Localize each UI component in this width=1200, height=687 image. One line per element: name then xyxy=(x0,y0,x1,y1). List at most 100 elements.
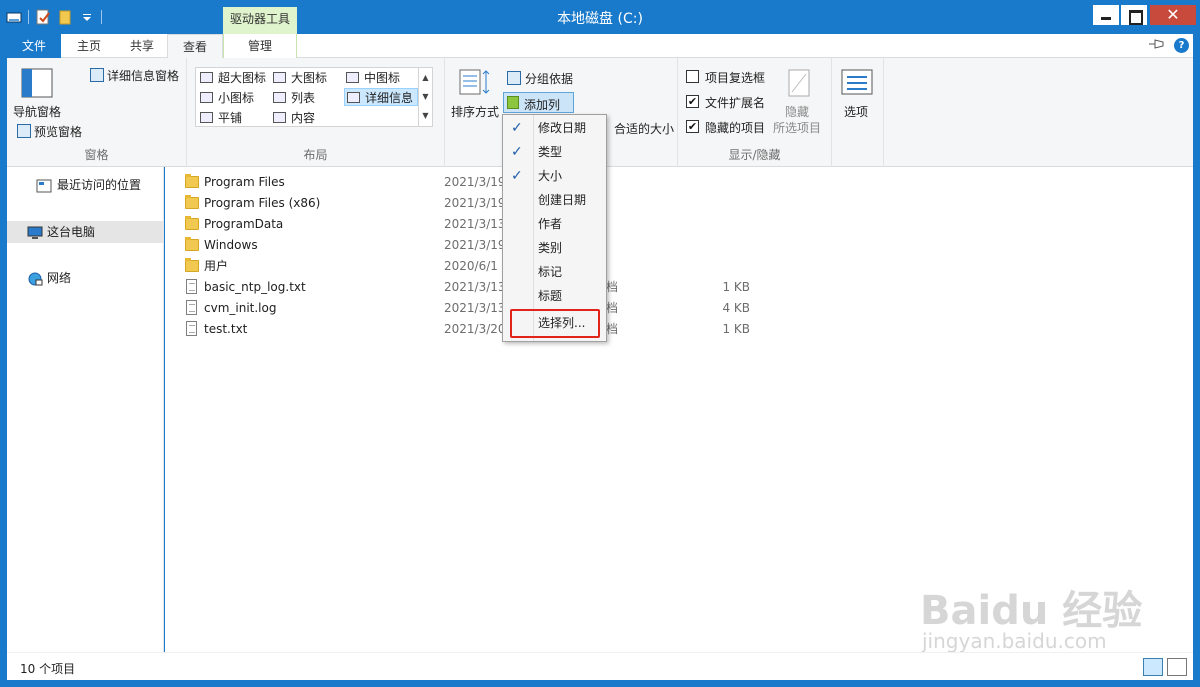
status-bar: 10 个项目 xyxy=(7,652,1193,680)
text-file-icon xyxy=(186,279,197,294)
options-icon[interactable] xyxy=(841,68,873,98)
tab-share[interactable]: 共享 xyxy=(117,34,167,58)
navigation-pane-button[interactable]: 导航窗格 xyxy=(13,103,61,120)
file-extensions-checkbox[interactable]: ✔ xyxy=(686,95,699,108)
file-row[interactable]: test.txt 2021/3/20 档 1 KB xyxy=(165,319,765,340)
help-icon[interactable]: ? xyxy=(1174,38,1189,53)
layout-label: 平铺 xyxy=(218,111,243,125)
new-folder-icon[interactable] xyxy=(57,9,73,25)
menu-item-tags[interactable]: 标记 xyxy=(503,260,606,284)
group-options: 选项 xyxy=(832,58,884,167)
drive-tools-context-title: 驱动器工具 xyxy=(223,7,297,34)
menu-item-categories[interactable]: 类别 xyxy=(503,236,606,260)
sort-by-icon[interactable] xyxy=(459,68,493,98)
tiles-icon xyxy=(200,112,213,123)
layout-label: 大图标 xyxy=(291,71,328,85)
file-name: Program Files xyxy=(204,175,285,189)
add-columns-button[interactable]: 添加列 xyxy=(503,92,574,113)
menu-item-size[interactable]: ✓ 大小 xyxy=(503,164,606,188)
sort-by-button[interactable]: 排序方式 xyxy=(451,103,499,120)
quick-access-toolbar xyxy=(6,7,102,27)
properties-icon[interactable] xyxy=(35,9,51,25)
tab-view[interactable]: 查看 xyxy=(167,34,223,59)
item-checkboxes-checkbox[interactable] xyxy=(686,70,699,83)
qat-customize-icon[interactable] xyxy=(79,9,95,25)
details-pane-button[interactable]: 详细信息窗格 xyxy=(107,67,179,84)
file-date: 2021/3/19 xyxy=(444,175,506,189)
baidu-watermark-url: jingyan.baidu.com xyxy=(922,629,1107,653)
menu-item-label: 类别 xyxy=(538,241,563,255)
nav-recent-label: 最近访问的位置 xyxy=(57,178,142,192)
close-button[interactable]: ✕ xyxy=(1150,5,1196,25)
menu-item-date-modified[interactable]: ✓ 修改日期 xyxy=(503,116,606,140)
file-row[interactable]: Program Files (x86) 2021/3/19 xyxy=(165,193,765,214)
pin-ribbon-icon[interactable] xyxy=(1148,38,1166,53)
file-row[interactable]: Program Files 2021/3/19 xyxy=(165,172,765,193)
file-date: 2021/3/19 xyxy=(444,196,506,210)
hide-selected-icon[interactable] xyxy=(786,68,812,98)
nav-recent-places[interactable]: 最近访问的位置 xyxy=(7,174,163,196)
tab-manage[interactable]: 管理 xyxy=(223,34,297,58)
tab-file[interactable]: 文件 xyxy=(7,34,61,58)
layout-medium-icons[interactable]: 中图标 xyxy=(344,69,400,87)
maximize-button[interactable] xyxy=(1121,5,1147,25)
layout-content[interactable]: 内容 xyxy=(271,109,315,127)
details-view-button[interactable] xyxy=(1143,658,1163,676)
layout-large-icons[interactable]: 大图标 xyxy=(271,69,327,87)
menu-item-title[interactable]: 标题 xyxy=(503,284,606,308)
group-layout: 超大图标 大图标 中图标 小图标 列表 详细信息 平铺 内容 ▲ ▼ ▼ 布局 xyxy=(187,58,445,167)
file-name: test.txt xyxy=(204,322,248,336)
menu-item-label: 标题 xyxy=(538,289,563,303)
options-button[interactable]: 选项 xyxy=(844,103,868,120)
minimize-button[interactable] xyxy=(1093,5,1119,25)
file-name: ProgramData xyxy=(204,217,284,231)
folder-icon xyxy=(185,258,199,272)
file-row[interactable]: ProgramData 2021/3/13 xyxy=(165,214,765,235)
navigation-pane-icon[interactable] xyxy=(21,68,53,98)
menu-item-authors[interactable]: 作者 xyxy=(503,212,606,236)
folder-icon xyxy=(185,174,199,188)
layout-label: 详细信息 xyxy=(365,91,414,105)
group-layout-label: 布局 xyxy=(303,148,328,162)
file-row[interactable]: basic_ntp_log.txt 2021/3/13 档 1 KB xyxy=(165,277,765,298)
file-row[interactable]: cvm_init.log 2021/3/13 档 4 KB xyxy=(165,298,765,319)
window-title: 本地磁盘 (C:) xyxy=(557,11,643,27)
layout-extra-large-icons[interactable]: 超大图标 xyxy=(198,69,266,87)
nav-network[interactable]: 网络 xyxy=(7,267,163,289)
nav-this-pc[interactable]: 这台电脑 xyxy=(7,221,163,243)
file-row[interactable]: 用户 2020/6/1 xyxy=(165,256,765,277)
file-date: 2021/3/13 xyxy=(444,280,506,294)
menu-item-label: 类型 xyxy=(538,145,563,159)
details-icon xyxy=(347,92,360,103)
hidden-items-checkbox[interactable]: ✔ xyxy=(686,120,699,133)
text-file-icon xyxy=(186,321,197,336)
layout-label: 小图标 xyxy=(218,91,255,105)
file-row[interactable]: Windows 2021/3/19 xyxy=(165,235,765,256)
group-by-button[interactable]: 分组依据 xyxy=(525,70,573,87)
layout-gallery-scroll[interactable]: ▲ ▼ ▼ xyxy=(418,68,432,126)
hide-selected-label-2[interactable]: 所选项目 xyxy=(773,119,821,136)
hide-selected-label-1[interactable]: 隐藏 xyxy=(785,103,809,120)
gallery-more-icon[interactable]: ▼ xyxy=(419,106,432,125)
large-icons-view-button[interactable] xyxy=(1167,658,1187,676)
scroll-down-icon[interactable]: ▼ xyxy=(419,87,432,106)
details-pane-icon xyxy=(90,68,104,82)
layout-small-icons[interactable]: 小图标 xyxy=(198,89,254,107)
scroll-up-icon[interactable]: ▲ xyxy=(419,68,432,87)
layout-details[interactable]: 详细信息 xyxy=(344,88,418,106)
layout-tiles[interactable]: 平铺 xyxy=(198,109,242,127)
layout-list[interactable]: 列表 xyxy=(271,89,315,107)
tab-home[interactable]: 主页 xyxy=(64,34,114,58)
recent-places-icon xyxy=(36,178,52,193)
menu-item-date-created[interactable]: 创建日期 xyxy=(503,188,606,212)
size-all-columns-button[interactable]: 合适的大小 xyxy=(614,120,674,137)
group-show-hide: 项目复选框 ✔ 文件扩展名 ✔ 隐藏的项目 隐藏 所选项目 显示/隐藏 xyxy=(678,58,832,167)
file-date: 2021/3/13 xyxy=(444,217,506,231)
choose-columns-highlight xyxy=(510,309,600,338)
ribbon-right-icons: ? xyxy=(1148,38,1189,53)
item-count: 10 个项目 xyxy=(20,662,76,676)
preview-pane-button[interactable]: 预览窗格 xyxy=(34,123,82,140)
menu-item-type[interactable]: ✓ 类型 xyxy=(503,140,606,164)
menu-item-label: 大小 xyxy=(538,169,563,183)
group-by-icon xyxy=(507,71,521,85)
